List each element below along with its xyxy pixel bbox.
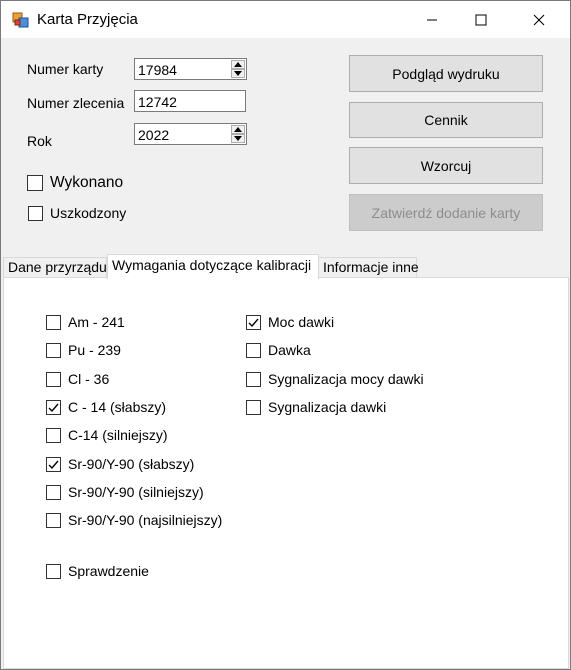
minimize-button[interactable] <box>409 1 455 38</box>
numer-zlecenia-value: 12742 <box>138 94 177 110</box>
zatwierdz-dodanie-karty-button[interactable]: Zatwierdź dodanie karty <box>349 194 543 231</box>
checkmark-icon <box>48 460 59 469</box>
wzorcuj-button[interactable]: Wzorcuj <box>349 147 543 184</box>
checkbox-c14-slabszy[interactable]: C - 14 (słabszy) <box>46 399 166 415</box>
checkbox-label: C-14 (silniejszy) <box>68 427 168 443</box>
close-icon <box>533 14 545 25</box>
numer-zlecenia-label: Numer zlecenia <box>27 95 125 111</box>
numer-karty-spinner[interactable]: 17984 <box>134 58 247 80</box>
rok-up-button[interactable] <box>231 125 245 134</box>
checkbox-label: Dawka <box>268 342 311 358</box>
minimize-icon <box>427 19 437 20</box>
numer-karty-up-button[interactable] <box>231 60 245 69</box>
tab-wymagania-kalibracji[interactable]: Wymagania dotyczące kalibracji <box>107 254 319 279</box>
checkmark-icon <box>48 403 59 412</box>
checkbox-box[interactable] <box>246 371 261 387</box>
maximize-icon <box>475 14 487 25</box>
rok-spinner[interactable]: 2022 <box>134 123 247 145</box>
numer-karty-label: Numer karty <box>27 61 104 77</box>
checkbox-box[interactable] <box>46 512 61 528</box>
uszkodzony-checkbox[interactable]: Uszkodzony <box>28 205 126 221</box>
checkbox-label: Sygnalizacja dawki <box>268 399 387 415</box>
checkbox-c14-silniejszy[interactable]: C-14 (silniejszy) <box>46 427 168 443</box>
podglad-wydruku-button[interactable]: Podgląd wydruku <box>349 55 543 92</box>
numer-zlecenia-input[interactable]: 12742 <box>134 90 246 112</box>
checkbox-label: Cl - 36 <box>68 371 110 387</box>
tab-dane-przyrzadu[interactable]: Dane przyrządu <box>3 257 107 278</box>
maximize-button[interactable] <box>458 1 504 38</box>
checkbox-sprawdzenie[interactable]: Sprawdzenie <box>46 563 149 579</box>
arrow-up-icon <box>234 62 242 67</box>
checkbox-label: Sr-90/Y-90 (najsilniejszy) <box>68 512 223 528</box>
arrow-down-icon <box>234 136 242 141</box>
arrow-down-icon <box>234 71 242 76</box>
rok-value: 2022 <box>138 127 170 143</box>
checkmark-icon <box>248 318 259 327</box>
tab-panel-wymagania: Am - 241 Pu - 239 Cl - 36 C - 14 (słabsz… <box>3 277 569 669</box>
cennik-button[interactable]: Cennik <box>349 102 543 138</box>
checkbox-pu-239[interactable]: Pu - 239 <box>46 342 121 358</box>
tab-informacje-inne[interactable]: Informacje inne <box>318 257 419 278</box>
checkbox-sr90-silniejszy[interactable]: Sr-90/Y-90 (silniejszy) <box>46 484 204 500</box>
checkbox-label: Pu - 239 <box>68 342 121 358</box>
checkbox-sygnalizacja-mocy-dawki[interactable]: Sygnalizacja mocy dawki <box>246 371 424 387</box>
checkbox-box[interactable] <box>46 399 61 415</box>
rok-label: Rok <box>27 133 52 149</box>
checkbox-box[interactable] <box>28 205 43 221</box>
checkbox-box[interactable] <box>46 563 61 579</box>
checkbox-label: C - 14 (słabszy) <box>68 399 167 415</box>
checkbox-label: Sr-90/Y-90 (słabszy) <box>68 456 195 472</box>
checkbox-box[interactable] <box>246 314 261 330</box>
checkbox-cl-36[interactable]: Cl - 36 <box>46 371 109 387</box>
checkbox-box[interactable] <box>246 399 261 415</box>
arrow-up-icon <box>234 127 242 132</box>
wykonano-label: Wykonano <box>50 174 124 191</box>
checkbox-box[interactable] <box>46 371 61 387</box>
app-icon <box>12 11 30 29</box>
checkbox-box[interactable] <box>27 175 43 191</box>
checkbox-box[interactable] <box>246 342 261 358</box>
rok-down-button[interactable] <box>231 134 245 143</box>
checkbox-label: Am - 241 <box>68 314 125 330</box>
checkbox-dawka[interactable]: Dawka <box>246 342 311 358</box>
checkbox-box[interactable] <box>46 342 61 358</box>
checkbox-label: Sprawdzenie <box>68 563 149 579</box>
window-title: Karta Przyjęcia <box>37 11 138 28</box>
title-bar[interactable]: Karta Przyjęcia <box>1 1 570 38</box>
checkbox-label: Moc dawki <box>268 314 335 330</box>
checkbox-label: Sr-90/Y-90 (silniejszy) <box>68 484 204 500</box>
checkbox-sygnalizacja-dawki[interactable]: Sygnalizacja dawki <box>246 399 386 415</box>
close-button[interactable] <box>516 1 562 38</box>
checkbox-label: Sygnalizacja mocy dawki <box>268 371 424 387</box>
checkbox-box[interactable] <box>46 427 61 443</box>
checkbox-am-241[interactable]: Am - 241 <box>46 314 125 330</box>
wykonano-checkbox[interactable]: Wykonano <box>27 174 123 192</box>
checkbox-box[interactable] <box>46 456 61 472</box>
checkbox-sr90-slabszy[interactable]: Sr-90/Y-90 (słabszy) <box>46 456 194 472</box>
checkbox-moc-dawki[interactable]: Moc dawki <box>246 314 334 330</box>
uszkodzony-label: Uszkodzony <box>50 205 127 221</box>
checkbox-box[interactable] <box>46 484 61 500</box>
checkbox-box[interactable] <box>46 314 61 330</box>
numer-karty-down-button[interactable] <box>231 69 245 78</box>
numer-karty-value: 17984 <box>138 62 177 78</box>
checkbox-sr90-najsilniejszy[interactable]: Sr-90/Y-90 (najsilniejszy) <box>46 512 222 528</box>
main-window: Karta Przyjęcia Numer karty 17984 Numer … <box>0 0 571 670</box>
